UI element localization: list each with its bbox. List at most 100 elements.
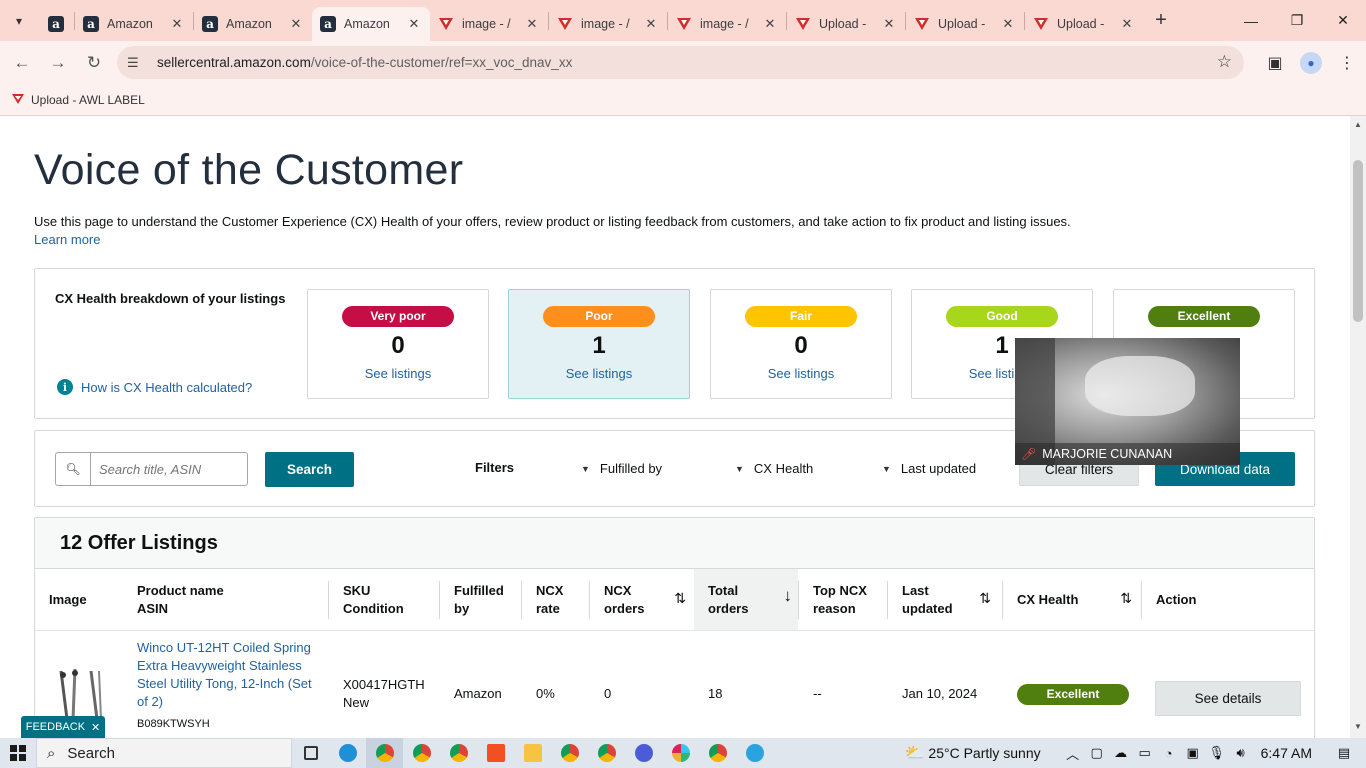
chrome-icon[interactable] [588, 738, 625, 768]
tab-close-icon[interactable]: ✕ [1119, 16, 1135, 32]
search-input[interactable] [90, 452, 248, 486]
see-listings-link[interactable]: See listings [308, 366, 488, 381]
notifications-icon[interactable]: ▤ [1332, 745, 1356, 761]
chrome-icon[interactable] [403, 738, 440, 768]
tab-close-icon[interactable]: ✕ [406, 16, 422, 32]
omnibox[interactable]: ☰ sellercentral.amazon.com/voice-of-the-… [117, 46, 1244, 79]
col-label: Image [49, 592, 87, 607]
minimize-icon[interactable]: — [1228, 0, 1274, 41]
tab-amazon-2[interactable]: a Amazon ✕ [194, 7, 312, 41]
tab-close-icon[interactable]: ✕ [762, 16, 778, 32]
tab-close-icon[interactable]: ✕ [881, 16, 897, 32]
tab-close-icon[interactable]: ✕ [1000, 16, 1016, 32]
col-separator [798, 581, 799, 619]
task-view-icon[interactable] [292, 738, 329, 768]
site-info-icon[interactable]: ☰ [127, 55, 147, 71]
tab-amazon-1[interactable]: a Amazon ✕ [75, 7, 193, 41]
menu-kebab-icon[interactable]: ⋮ [1329, 53, 1365, 73]
feedback-tab[interactable]: FEEDBACK ✕ [21, 716, 105, 738]
system-tray: ⛅ 25°C Partly sunny ︿ ▢ ☁ ▭ ◔ ▣ 🎙︎ 🔊︎ 6:… [900, 738, 1366, 768]
speaker-icon[interactable]: 🔊︎ [1229, 745, 1253, 761]
sort-icon[interactable]: ⇅ [979, 589, 991, 607]
windows-start-icon[interactable] [0, 738, 36, 768]
see-listings-link[interactable]: See listings [509, 366, 689, 381]
page-scrollbar[interactable]: ▲ ▼ [1350, 116, 1366, 738]
close-window-icon[interactable]: ✕ [1320, 0, 1366, 41]
zoom-icon[interactable] [625, 738, 662, 768]
tab-image-1[interactable]: image - / ✕ [430, 7, 548, 41]
scrollbar-thumb[interactable] [1353, 160, 1363, 322]
sort-icon[interactable]: ⇅ [1120, 589, 1132, 607]
cx-card-fair[interactable]: Fair 0 See listings [710, 289, 892, 399]
back-icon[interactable]: ← [4, 45, 40, 81]
sku-text: X00417HGTH [343, 677, 425, 692]
screen-icon[interactable]: ▣ [1181, 745, 1205, 761]
video-call-overlay[interactable]: 🎤︎ MARJORIE CUNANAN [1015, 338, 1240, 465]
cx-card-poor[interactable]: Poor 1 See listings [508, 289, 690, 399]
col-total-orders[interactable]: Total orders ↓ [694, 569, 798, 630]
scroll-up-icon[interactable]: ▲ [1354, 120, 1362, 129]
telegram-icon[interactable] [736, 738, 773, 768]
filters-label: Filters [475, 460, 515, 475]
reload-icon[interactable]: ↻ [76, 45, 112, 81]
cx-pill-fair: Fair [745, 306, 857, 327]
forward-icon[interactable]: → [40, 45, 76, 81]
bookmark-star-icon[interactable]: ☆ [1217, 52, 1232, 72]
tab-close-icon[interactable]: ✕ [288, 16, 304, 32]
chrome-icon[interactable] [551, 738, 588, 768]
see-listings-link[interactable]: See listings [711, 366, 891, 381]
tab-close-icon[interactable]: ✕ [169, 16, 185, 32]
search-button[interactable]: Search [265, 452, 354, 487]
tab-amazon-active[interactable]: a Amazon ✕ [312, 7, 430, 41]
new-tab-icon[interactable]: + [1143, 9, 1179, 32]
cx-health-dropdown[interactable]: ▼ CX Health [735, 461, 813, 476]
scroll-down-icon[interactable]: ▼ [1354, 722, 1362, 731]
see-details-button[interactable]: See details [1155, 681, 1301, 716]
file-explorer-icon[interactable] [514, 738, 551, 768]
col-cx-health[interactable]: CX Health ⇅ [1017, 569, 1138, 630]
col-ncx-orders[interactable]: NCX orders ⇅ [604, 569, 692, 630]
onedrive-icon[interactable]: ☁ [1109, 745, 1133, 761]
microphone-icon[interactable]: 🎙︎ [1205, 745, 1229, 761]
tab-upload-1[interactable]: Upload - ✕ [787, 7, 905, 41]
tab-search-dropdown-icon[interactable]: ▾ [0, 0, 38, 41]
bookmark-upload-awl[interactable]: Upload - AWL LABEL [12, 93, 145, 107]
cx-card-very-poor[interactable]: Very poor 0 See listings [307, 289, 489, 399]
product-name-link[interactable]: Winco UT-12HT Coiled Spring Extra Heavyw… [137, 640, 312, 709]
tab-upload-2[interactable]: Upload - ✕ [906, 7, 1024, 41]
fulfilled-by-dropdown[interactable]: ▼ Fulfilled by [581, 461, 662, 476]
chrome-icon[interactable] [699, 738, 736, 768]
col-label: Last [902, 583, 929, 598]
device-icon[interactable]: ▭ [1133, 745, 1157, 761]
chrome-icon[interactable] [440, 738, 477, 768]
bookmarks-bar: Upload - AWL LABEL [0, 85, 1366, 116]
sort-descending-icon[interactable]: ↓ [784, 587, 793, 605]
taskbar-search[interactable]: ⌕ Search [36, 738, 292, 768]
slack-icon[interactable] [662, 738, 699, 768]
tab-image-2[interactable]: image - / ✕ [549, 7, 667, 41]
restore-icon[interactable]: ❐ [1274, 0, 1320, 41]
side-panel-icon[interactable]: ▣ [1257, 53, 1293, 73]
store-icon[interactable] [477, 738, 514, 768]
last-updated-dropdown[interactable]: ▼ Last updated [882, 461, 976, 476]
chrome-icon[interactable] [366, 738, 403, 768]
meet-now-icon[interactable]: ▢ [1085, 745, 1109, 761]
tab-pinned-amazon[interactable]: a [38, 7, 74, 41]
tab-close-icon[interactable]: ✕ [643, 16, 659, 32]
tab-image-3[interactable]: image - / ✕ [668, 7, 786, 41]
tab-upload-3[interactable]: Upload - ✕ [1025, 7, 1143, 41]
close-icon[interactable]: ✕ [91, 721, 100, 734]
profile-avatar-icon[interactable]: ● [1300, 52, 1322, 74]
tab-close-icon[interactable]: ✕ [524, 16, 540, 32]
edge-icon[interactable] [329, 738, 366, 768]
tab-title: Upload - [819, 17, 867, 31]
cx-how-link[interactable]: i How is CX Health calculated? [57, 379, 252, 395]
triangle-favicon-icon [438, 16, 454, 32]
learn-more-link[interactable]: Learn more [34, 232, 100, 247]
sort-icon[interactable]: ⇅ [674, 589, 686, 607]
col-last-updated[interactable]: Last updated ⇅ [902, 569, 997, 630]
weather-text[interactable]: 25°C Partly sunny [928, 745, 1040, 761]
clock-time[interactable]: 6:47 AM [1261, 745, 1312, 761]
chevron-up-icon[interactable]: ︿ [1061, 744, 1085, 763]
wifi-icon[interactable]: ◔ [1157, 746, 1181, 761]
